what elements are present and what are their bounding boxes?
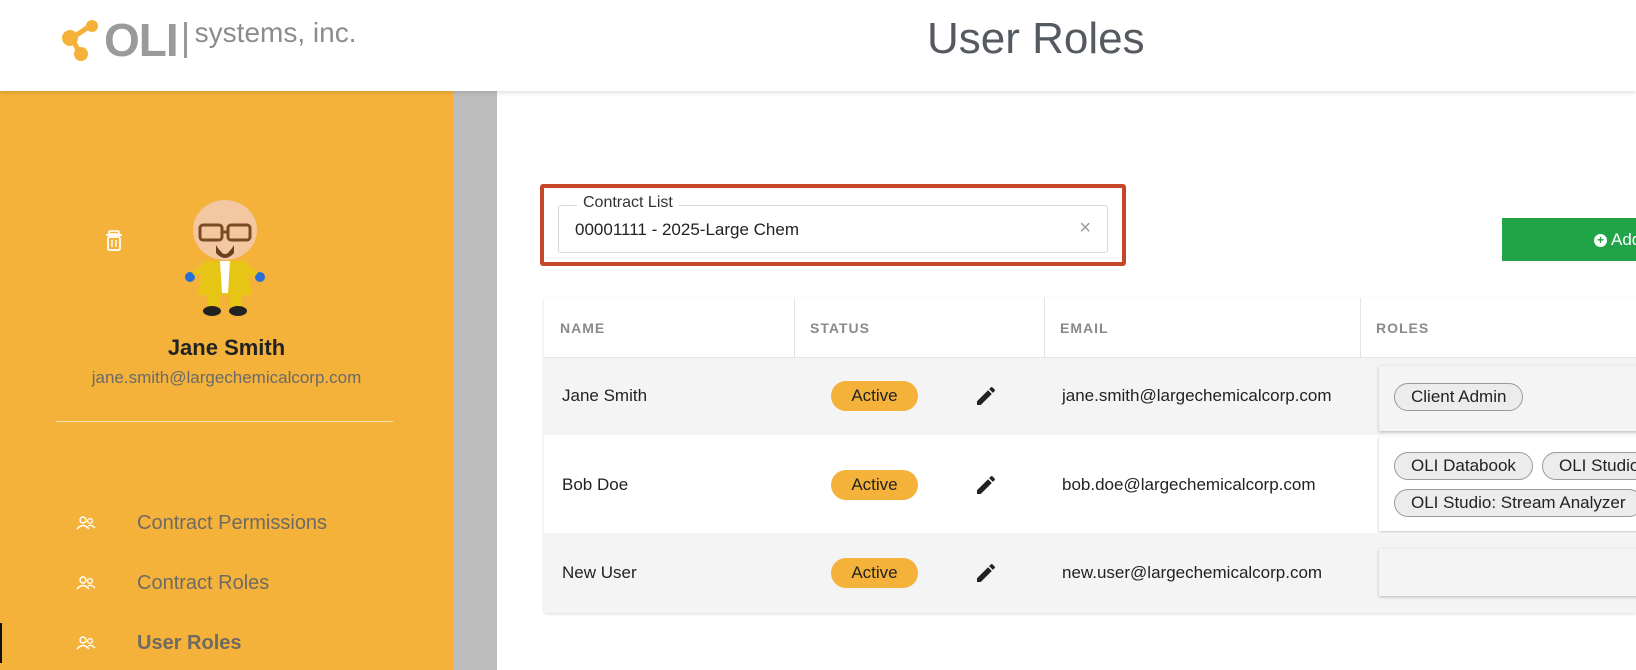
clear-icon[interactable]: ×	[1079, 218, 1091, 238]
role-chip[interactable]: OLI Studio	[1542, 452, 1636, 480]
page-title: User Roles	[927, 14, 1145, 63]
role-chip[interactable]: Client Admin	[1394, 383, 1524, 411]
pencil-icon[interactable]	[974, 561, 998, 585]
trash-icon[interactable]	[104, 230, 124, 252]
status-badge: Active	[831, 558, 918, 588]
column-header-status[interactable]: STATUS	[794, 298, 870, 358]
oli-logo[interactable]: OLI systems, inc.	[60, 14, 357, 66]
email-cell: bob.doe@largechemicalcorp.com	[1062, 475, 1316, 494]
add-user-button[interactable]: + Add	[1502, 218, 1636, 261]
user-name-cell: New User	[562, 563, 637, 582]
email-cell: jane.smith@largechemicalcorp.com	[1062, 386, 1332, 405]
logo-text: OLI	[104, 14, 179, 66]
users-icon	[76, 516, 96, 530]
role-chip[interactable]: OLI Studio: Stream Analyzer	[1394, 489, 1636, 517]
sidebar-gutter	[453, 91, 497, 670]
roles-select[interactable]: OLI Databook OLI Studio OLI Studio: Stre…	[1379, 437, 1636, 531]
logo-subtext: systems, inc.	[194, 17, 357, 48]
status-badge: Active	[831, 470, 918, 500]
table-row[interactable]: Jane Smith Active jane.smith@largechemic…	[544, 358, 1636, 435]
active-indicator	[0, 623, 2, 663]
sidebar-item-user-roles[interactable]: User Roles	[0, 623, 453, 663]
column-header-email[interactable]: EMAIL	[1044, 298, 1109, 358]
logo-divider	[183, 22, 187, 58]
contract-list-label: Contract List	[577, 194, 679, 212]
role-chip[interactable]: OLI Databook	[1394, 452, 1533, 480]
sidebar-item-label: Contract Roles	[137, 571, 270, 594]
user-name-cell: Bob Doe	[562, 475, 629, 494]
molecule-logo-icon	[62, 20, 98, 61]
email-cell: new.user@largechemicalcorp.com	[1062, 563, 1323, 582]
add-button-label: Add	[1611, 230, 1636, 249]
app-header: OLI systems, inc. User Roles	[0, 0, 1636, 91]
pencil-icon[interactable]	[974, 473, 998, 497]
table-header: NAME STATUS EMAIL ROLES	[544, 298, 1636, 358]
column-header-name[interactable]: NAME	[544, 298, 605, 358]
column-header-roles[interactable]: ROLES	[1360, 298, 1429, 358]
user-email: jane.smith@largechemicalcorp.com	[91, 368, 362, 387]
contract-list-select[interactable]: Contract List 00001111 - 2025-Large Chem…	[558, 194, 1108, 253]
roles-select[interactable]: Client Admin	[1379, 366, 1636, 431]
table-row[interactable]: New User Active new.user@largechemicalco…	[544, 533, 1636, 613]
user-name: Jane Smith	[167, 335, 286, 360]
sidebar-item-contract-permissions[interactable]: Contract Permissions	[0, 503, 453, 543]
sidebar-item-label: Contract Permissions	[137, 511, 328, 534]
contract-list-highlight: Contract List 00001111 - 2025-Large Chem…	[540, 184, 1126, 266]
table-row[interactable]: Bob Doe Active bob.doe@largechemicalcorp…	[544, 435, 1636, 533]
user-name-cell: Jane Smith	[562, 386, 648, 405]
status-badge: Active	[831, 381, 918, 411]
pencil-icon[interactable]	[974, 384, 998, 408]
users-icon	[76, 576, 96, 590]
sidebar-item-label: User Roles	[137, 631, 242, 654]
sidebar-item-contract-roles[interactable]: Contract Roles	[0, 563, 453, 603]
avatar[interactable]	[180, 195, 270, 320]
user-roles-table: NAME STATUS EMAIL ROLES Jane Smith Activ…	[544, 298, 1636, 613]
roles-select[interactable]	[1379, 549, 1636, 596]
users-icon	[76, 636, 96, 650]
plus-circle-icon: +	[1594, 234, 1607, 247]
contract-list-value: 00001111 - 2025-Large Chem	[575, 220, 799, 239]
sidebar: Jane Smith jane.smith@largechemicalcorp.…	[0, 91, 453, 670]
sidebar-divider	[56, 421, 393, 422]
